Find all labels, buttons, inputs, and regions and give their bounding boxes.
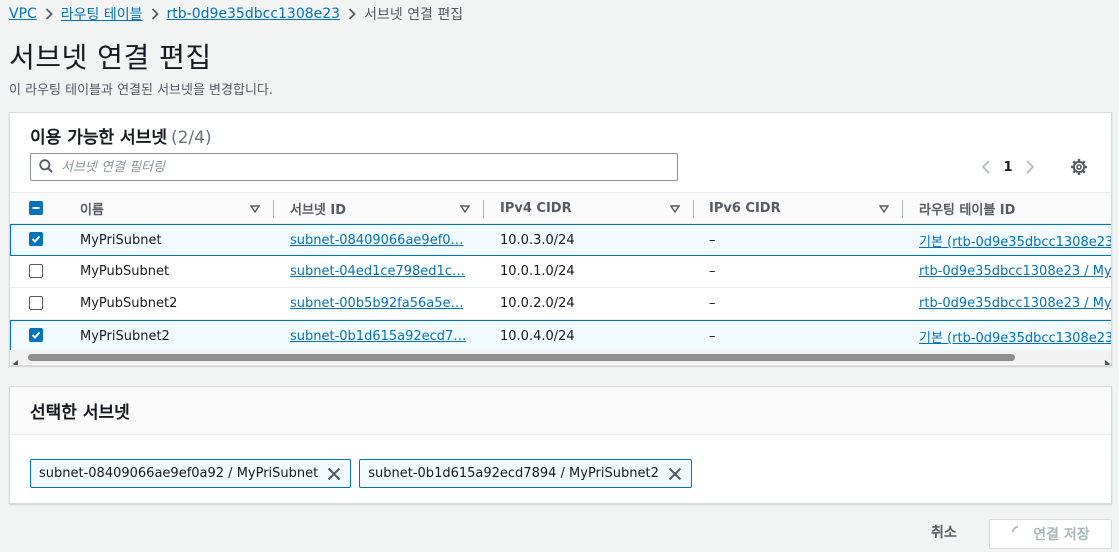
route-table-link[interactable]: rtb-0d9e35dbcc1308e23 / My bbox=[919, 256, 1111, 287]
gear-icon[interactable] bbox=[1069, 157, 1089, 177]
ipv4-cidr: 10.0.2.0/24 bbox=[500, 296, 575, 311]
breadcrumb-vpc[interactable]: VPC bbox=[9, 6, 37, 22]
horizontal-scrollbar[interactable] bbox=[10, 350, 1111, 365]
subnet-id-link[interactable]: subnet-0b1d615a92ecd7… bbox=[290, 321, 475, 352]
sort-icon[interactable] bbox=[249, 203, 261, 218]
row-checkbox[interactable] bbox=[29, 264, 43, 278]
ipv4-cidr: 10.0.1.0/24 bbox=[500, 264, 575, 279]
table-row[interactable]: MyPubSubnet2 subnet-00b5b92fa56a5e… 10.0… bbox=[10, 288, 1111, 320]
current-page-number[interactable]: 1 bbox=[997, 160, 1019, 175]
column-label-subnet-id: 서브넷 ID bbox=[290, 203, 347, 218]
sort-icon[interactable] bbox=[878, 203, 890, 218]
page-title: 서브넷 연결 편집 bbox=[9, 41, 212, 74]
chevron-right-icon bbox=[37, 8, 61, 20]
available-subnets-count: (2/4) bbox=[170, 128, 212, 148]
column-header-ipv6-cidr[interactable]: IPv6 CIDR bbox=[709, 193, 899, 224]
breadcrumb-route-table-id[interactable]: rtb-0d9e35dbcc1308e23 bbox=[167, 6, 341, 22]
selected-subnets-title: 선택한 서브넷 bbox=[10, 387, 1111, 435]
column-divider[interactable] bbox=[693, 200, 694, 218]
loading-spinner-icon bbox=[1011, 525, 1025, 543]
cancel-button[interactable]: 취소 bbox=[931, 522, 957, 542]
available-subnets-panel: 이용 가능한 서브넷(2/4) 1 bbox=[9, 112, 1112, 366]
table-header: 이름 서브넷 ID IPv4 CIDR IPv6 CIDR 라우팅 테이블 ID bbox=[10, 192, 1111, 224]
available-subnets-title: 이용 가능한 서브넷 bbox=[30, 128, 167, 148]
route-table-link[interactable]: 기본 (rtb-0d9e35dbcc1308e23 bbox=[919, 321, 1111, 352]
next-page-button[interactable] bbox=[1019, 155, 1041, 179]
pagination: 1 bbox=[975, 155, 1041, 179]
column-label-ipv4-cidr: IPv4 CIDR bbox=[500, 201, 572, 216]
ipv6-cidr: – bbox=[709, 329, 716, 344]
subnet-name: MyPriSubnet bbox=[80, 233, 162, 248]
column-divider[interactable] bbox=[483, 200, 484, 218]
breadcrumb: VPC 라우팅 테이블 rtb-0d9e35dbcc1308e23 서브넷 연결… bbox=[9, 4, 463, 24]
available-subnets-heading: 이용 가능한 서브넷 (2/4) bbox=[30, 123, 212, 148]
route-table-link[interactable]: rtb-0d9e35dbcc1308e23 / My bbox=[919, 288, 1111, 319]
route-table-link[interactable]: 기본 (rtb-0d9e35dbcc1308e23 bbox=[919, 225, 1111, 256]
select-all-checkbox[interactable] bbox=[29, 201, 43, 215]
subnets-table: 이름 서브넷 ID IPv4 CIDR IPv6 CIDR 라우팅 테이블 ID bbox=[10, 192, 1111, 352]
column-divider[interactable] bbox=[902, 200, 903, 218]
chevron-right-icon bbox=[340, 8, 364, 20]
table-row[interactable]: MyPriSubnet subnet-08409066ae9ef0… 10.0.… bbox=[10, 224, 1111, 256]
subnet-filter[interactable] bbox=[30, 153, 678, 181]
row-checkbox[interactable] bbox=[29, 232, 43, 246]
chevron-right-icon bbox=[143, 8, 167, 20]
search-icon bbox=[39, 158, 53, 177]
selected-subnet-token: subnet-0b1d615a92ecd7894 / MyPriSubnet2 bbox=[359, 459, 692, 488]
subnet-id-link[interactable]: subnet-08409066ae9ef0… bbox=[290, 225, 475, 256]
column-label-name: 이름 bbox=[80, 203, 104, 218]
token-label: subnet-0b1d615a92ecd7894 / MyPriSubnet2 bbox=[368, 466, 659, 481]
ipv4-cidr: 10.0.3.0/24 bbox=[500, 233, 575, 248]
column-header-name[interactable]: 이름 bbox=[80, 193, 270, 224]
row-checkbox[interactable] bbox=[29, 328, 43, 342]
column-header-subnet-id[interactable]: 서브넷 ID bbox=[290, 193, 480, 224]
breadcrumb-route-tables[interactable]: 라우팅 테이블 bbox=[61, 4, 143, 24]
save-associations-button[interactable]: 연결 저장 bbox=[989, 519, 1112, 549]
token-label: subnet-08409066ae9ef0a92 / MyPriSubnet bbox=[39, 466, 319, 481]
ipv4-cidr: 10.0.4.0/24 bbox=[500, 329, 575, 344]
close-icon[interactable] bbox=[659, 460, 691, 487]
column-header-route-table-id[interactable]: 라우팅 테이블 ID bbox=[919, 193, 1111, 224]
table-row[interactable]: MyPriSubnet2 subnet-0b1d615a92ecd7… 10.0… bbox=[10, 320, 1111, 352]
table-row[interactable]: MyPubSubnet subnet-04ed1ce798ed1c… 10.0.… bbox=[10, 256, 1111, 288]
row-checkbox[interactable] bbox=[29, 296, 43, 310]
sort-icon[interactable] bbox=[459, 203, 471, 218]
column-header-ipv4-cidr[interactable]: IPv4 CIDR bbox=[500, 193, 690, 224]
subnet-name: MyPubSubnet bbox=[80, 264, 170, 279]
scroll-right-icon[interactable] bbox=[1104, 353, 1110, 365]
subnet-id-link[interactable]: subnet-00b5b92fa56a5e… bbox=[290, 288, 475, 319]
scroll-left-icon[interactable] bbox=[13, 353, 19, 365]
subnet-filter-input[interactable] bbox=[61, 159, 677, 175]
selected-subnets-panel: 선택한 서브넷 subnet-08409066ae9ef0a92 / MyPri… bbox=[9, 386, 1112, 504]
close-icon[interactable] bbox=[318, 460, 350, 487]
ipv6-cidr: – bbox=[709, 233, 716, 248]
scrollbar-thumb[interactable] bbox=[28, 354, 1015, 361]
save-button-label: 연결 저장 bbox=[1033, 527, 1090, 543]
sort-icon[interactable] bbox=[669, 203, 681, 218]
ipv6-cidr: – bbox=[709, 296, 716, 311]
column-label-ipv6-cidr: IPv6 CIDR bbox=[709, 201, 781, 216]
previous-page-button[interactable] bbox=[975, 155, 997, 179]
subnet-id-link[interactable]: subnet-04ed1ce798ed1c… bbox=[290, 256, 475, 287]
subnet-name: MyPubSubnet2 bbox=[80, 296, 178, 311]
page-description: 이 라우팅 테이블과 연결된 서브넷을 변경합니다. bbox=[9, 83, 273, 98]
column-label-route-table-id: 라우팅 테이블 ID bbox=[919, 203, 1016, 218]
selected-tokens: subnet-08409066ae9ef0a92 / MyPriSubnet s… bbox=[30, 459, 692, 488]
subnet-name: MyPriSubnet2 bbox=[80, 329, 170, 344]
breadcrumb-current: 서브넷 연결 편집 bbox=[364, 7, 464, 23]
ipv6-cidr: – bbox=[709, 264, 716, 279]
column-divider[interactable] bbox=[273, 200, 274, 218]
selected-subnet-token: subnet-08409066ae9ef0a92 / MyPriSubnet bbox=[30, 459, 352, 488]
